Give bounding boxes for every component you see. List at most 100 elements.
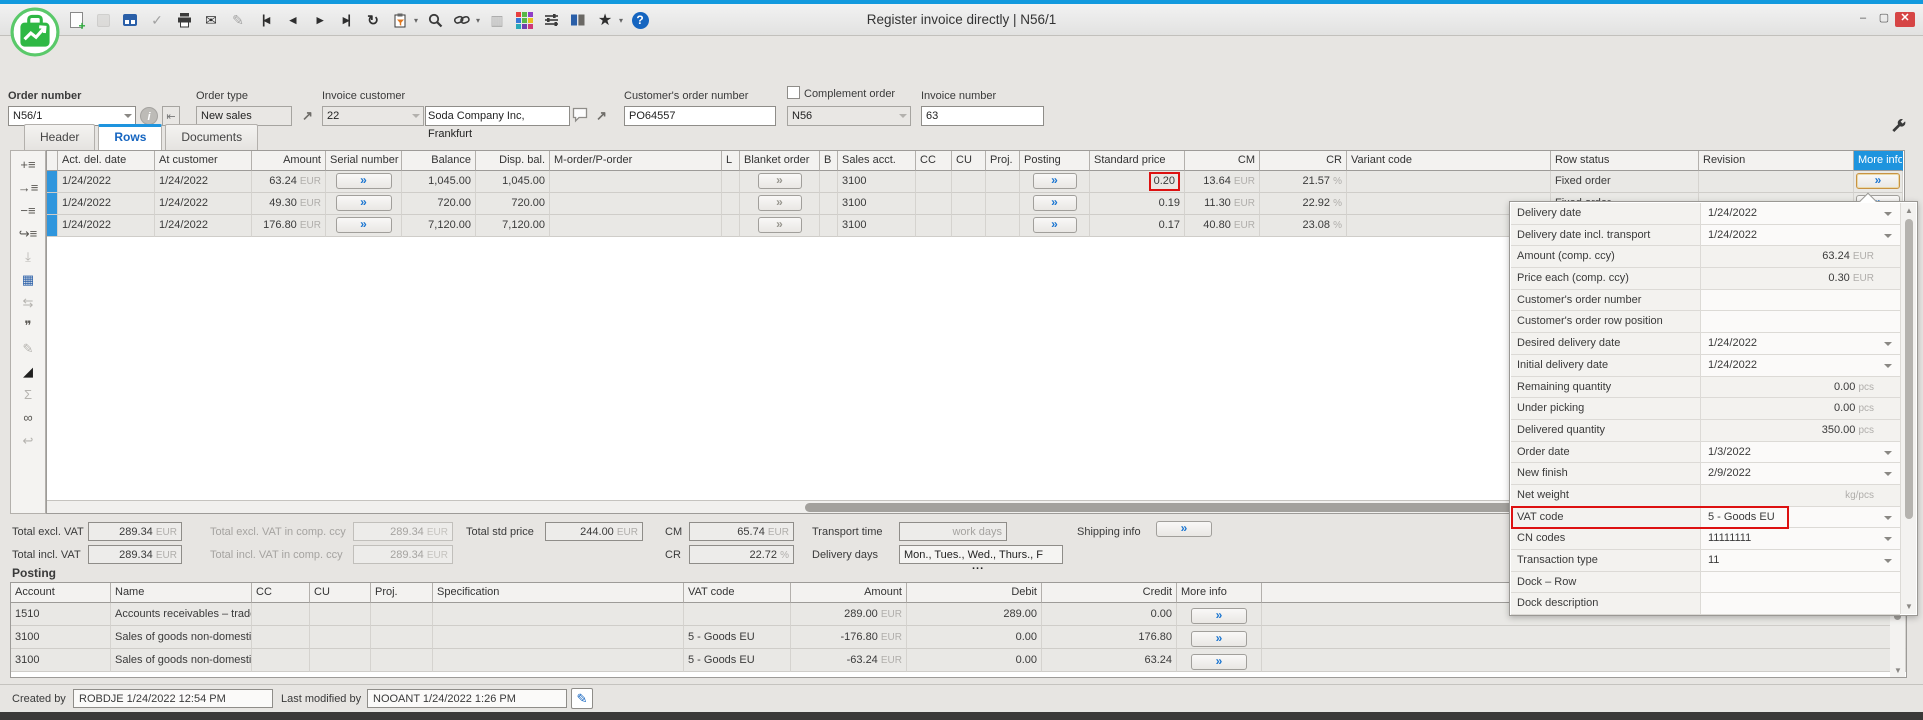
tab-header[interactable]: Header <box>24 124 95 150</box>
grid-view-icon[interactable]: ▦ <box>11 272 45 288</box>
favorites-star-icon[interactable]: ★ <box>595 10 615 30</box>
column-header[interactable]: Blanket order <box>740 151 820 171</box>
cell-row-status[interactable]: Fixed order <box>1551 171 1699 193</box>
save-window-icon[interactable] <box>120 10 140 30</box>
horizontal-scrollbar-thumb[interactable] <box>805 503 1517 512</box>
return-icon[interactable]: ↩ <box>11 433 45 449</box>
popup-row-value[interactable]: 1/24/2022 <box>1708 207 1757 219</box>
tab-documents[interactable]: Documents <box>165 124 258 150</box>
posting-button[interactable]: » <box>1033 217 1077 233</box>
invoice-customer-name-field[interactable]: Soda Company Inc, Frankfurt <box>425 106 570 126</box>
popup-info-row[interactable]: Customer's order row position <box>1511 311 1900 333</box>
chevron-down-icon[interactable] <box>1884 451 1892 455</box>
add-text-icon[interactable]: ❞ <box>11 318 45 334</box>
posting-more-info-button[interactable]: » <box>1191 608 1247 624</box>
column-header[interactable]: More info <box>1854 151 1903 171</box>
cell-cc[interactable] <box>916 171 952 193</box>
popup-info-row[interactable]: Remaining quantity 0.00 pcs <box>1511 377 1900 399</box>
popup-info-row[interactable]: New finish 2/9/2022 <box>1511 463 1900 485</box>
column-header[interactable]: Revision <box>1699 151 1854 171</box>
cell-sales-acct[interactable]: 3100 <box>838 171 916 193</box>
column-header[interactable]: L <box>722 151 740 171</box>
cell-l[interactable] <box>722 171 740 193</box>
first-record-icon[interactable]: |◂ <box>255 10 275 30</box>
email-icon[interactable]: ✉ <box>201 10 221 30</box>
scroll-down-icon[interactable]: ▼ <box>1894 666 1902 675</box>
delete-row-icon[interactable]: −≡ <box>11 203 45 218</box>
refresh-icon[interactable]: ↻ <box>363 10 383 30</box>
delivery-days-expand[interactable]: ... <box>972 560 984 572</box>
chevron-down-icon[interactable] <box>1884 234 1892 238</box>
posting-column-header[interactable]: VAT code <box>684 583 791 603</box>
move-row-icon[interactable]: ↪≡ <box>11 226 45 242</box>
last-record-icon[interactable]: ▸| <box>336 10 356 30</box>
popup-vertical-scrollbar[interactable]: ▲ ▼ <box>1900 203 1916 614</box>
posting-column-header[interactable]: Debit <box>907 583 1042 603</box>
paste-filter-icon[interactable] <box>390 10 410 30</box>
popup-row-value[interactable]: 1/3/2022 <box>1708 446 1751 458</box>
insert-row-icon[interactable]: →≡ <box>11 180 45 195</box>
paste-filter-caret-icon[interactable]: ▾ <box>414 16 418 25</box>
popup-info-row[interactable]: Desired delivery date 1/24/2022 <box>1511 333 1900 355</box>
column-header[interactable]: CU <box>952 151 986 171</box>
popup-info-row[interactable]: Initial delivery date 1/24/2022 <box>1511 355 1900 377</box>
column-header[interactable]: M-order/P-order <box>550 151 722 171</box>
row-selector[interactable] <box>47 171 58 193</box>
cell-variant[interactable] <box>1347 171 1551 193</box>
popup-info-row[interactable]: Order date 1/3/2022 <box>1511 442 1900 464</box>
approve-icon[interactable]: ✓ <box>147 10 167 30</box>
cell-b[interactable] <box>820 171 838 193</box>
complement-order-checkbox[interactable] <box>787 86 800 99</box>
help-icon[interactable]: ? <box>630 10 650 30</box>
settings-sliders-icon[interactable] <box>541 10 561 30</box>
new-document-icon[interactable] <box>66 10 86 30</box>
add-row-icon[interactable]: +≡ <box>11 157 45 172</box>
shipping-info-button[interactable]: » <box>1156 521 1212 537</box>
popup-info-row[interactable]: Price each (comp. ccy) 0.30 EUR <box>1511 268 1900 290</box>
column-header[interactable]: Act. del. date <box>58 151 155 171</box>
previous-record-icon[interactable]: ◂ <box>282 10 302 30</box>
blanket-order-button[interactable]: » <box>758 195 802 211</box>
popup-info-row[interactable]: Dock description <box>1511 593 1900 615</box>
next-record-icon[interactable]: ▸ <box>309 10 329 30</box>
edit-note-button[interactable]: ✎ <box>571 688 593 709</box>
column-header[interactable]: Standard price <box>1090 151 1185 171</box>
chevron-down-icon[interactable] <box>899 114 907 118</box>
scroll-down-icon[interactable]: ▼ <box>1905 602 1913 611</box>
cell-at-customer[interactable]: 1/24/2022 <box>155 171 252 193</box>
posting-more-info-button[interactable]: » <box>1191 654 1247 670</box>
cell-balance[interactable]: 1,045.00 <box>402 171 476 193</box>
popup-row-value[interactable]: 63.24 <box>1822 250 1850 262</box>
chevron-down-icon[interactable] <box>1884 516 1892 520</box>
popup-info-row[interactable]: VAT code 5 - Goods EU <box>1511 507 1900 529</box>
posting-column-header[interactable]: Credit <box>1042 583 1177 603</box>
column-header[interactable]: At customer <box>155 151 252 171</box>
popup-row-value[interactable]: 350.00 <box>1822 424 1856 436</box>
order-type-field[interactable]: New sales <box>196 106 292 126</box>
popup-info-row[interactable]: CN codes 11111111 <box>1511 528 1900 550</box>
column-header[interactable]: Serial number <box>326 151 402 171</box>
cell-disp-bal[interactable]: 1,045.00 <box>476 171 550 193</box>
popup-row-value[interactable]: 0.00 <box>1834 381 1855 393</box>
popup-info-row[interactable]: Delivery date incl. transport 1/24/2022 <box>1511 225 1900 247</box>
cell-amount[interactable]: 63.24 EUR <box>252 171 326 193</box>
close-button[interactable]: ✕ <box>1895 12 1915 27</box>
tab-rows[interactable]: Rows <box>98 124 162 150</box>
posting-button[interactable]: » <box>1033 173 1077 189</box>
popup-info-row[interactable]: Delivery date 1/24/2022 <box>1511 203 1900 225</box>
column-header[interactable]: CC <box>916 151 952 171</box>
customers-order-number-field[interactable]: PO64557 <box>624 106 776 126</box>
column-header[interactable]: Posting <box>1020 151 1090 171</box>
popup-info-row[interactable]: Delivered quantity 350.00 pcs <box>1511 420 1900 442</box>
chevron-down-icon[interactable] <box>124 114 132 118</box>
serial-number-button[interactable]: » <box>336 173 392 189</box>
complement-order-combo[interactable]: N56 <box>787 106 911 126</box>
column-header[interactable]: Amount <box>252 151 326 171</box>
save-icon[interactable] <box>93 10 113 30</box>
blanket-order-button[interactable]: » <box>758 173 802 189</box>
chevron-down-icon[interactable] <box>1884 212 1892 216</box>
print-icon[interactable] <box>174 10 194 30</box>
price-adjust-icon[interactable]: ◢ <box>11 364 45 380</box>
link-icon[interactable] <box>452 10 472 30</box>
popup-row-value[interactable]: 1/24/2022 <box>1708 337 1757 349</box>
